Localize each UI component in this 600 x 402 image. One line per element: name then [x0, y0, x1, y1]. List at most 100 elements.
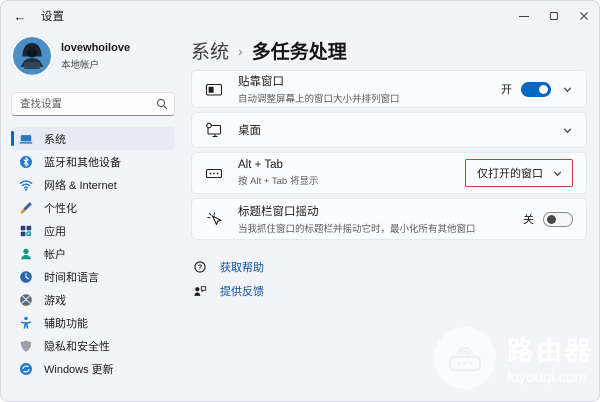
privacy-shield-icon [19, 339, 33, 353]
sidebar-item-accounts[interactable]: 帐户 [11, 242, 175, 265]
shake-window-icon [205, 211, 223, 228]
annotation-highlight-box: 仅打开的窗口 [465, 159, 573, 187]
account-person-icon [19, 247, 33, 261]
snap-windows-toggle[interactable] [521, 81, 551, 97]
feedback-icon [193, 284, 207, 298]
card-subtitle: 按 Alt + Tab 将显示 [238, 176, 319, 188]
breadcrumb-separator-icon: › [238, 43, 243, 59]
sidebar-item-label: 网络 & Internet [44, 179, 117, 192]
card-title: 标题栏窗口摇动 [238, 205, 319, 218]
card-title-bar-shake[interactable]: 标题栏窗口摇动 当我抓住窗口的标题栏并摇动它时，最小化所有其他窗口 关 [191, 198, 587, 240]
sidebar-item-windows-update[interactable]: Windows 更新 [11, 357, 175, 380]
sidebar-item-gaming[interactable]: 游戏 [11, 288, 175, 311]
get-help-link[interactable]: ? 获取帮助 [191, 256, 587, 277]
card-title: Alt + Tab [238, 158, 283, 171]
close-button[interactable] [569, 1, 599, 31]
chevron-down-icon[interactable] [562, 84, 573, 95]
sidebar-item-label: 帐户 [44, 248, 66, 261]
sidebar: lovewhoilove 本地帐户 系统 蓝牙和其他设 [1, 31, 185, 401]
card-text: 标题栏窗口摇动 当我抓住窗口的标题栏并摇动它时，最小化所有其他窗口 [238, 203, 476, 236]
chevron-down-icon[interactable] [562, 125, 573, 136]
sidebar-item-label: Windows 更新 [44, 363, 114, 376]
account-info: lovewhoilove 本地帐户 [61, 42, 130, 71]
settings-window: ← 设置 lovewhoilove 本地帐户 查找设置 系统 蓝牙和其他设备 网… [0, 0, 600, 402]
toggle-knob [539, 84, 548, 94]
get-help-icon: ? [193, 260, 207, 274]
sidebar-item-bluetooth[interactable]: 蓝牙和其他设备 [11, 150, 175, 173]
account-type: 本地帐户 [61, 59, 100, 71]
toggle-state-label: 关 [523, 214, 534, 226]
sidebar-item-personalization[interactable]: 个性化 [11, 196, 175, 219]
back-button[interactable]: ← [5, 1, 35, 31]
link-label: 提供反馈 [220, 285, 264, 298]
sidebar-item-system[interactable]: 系统 [11, 127, 175, 150]
router-icon [433, 327, 496, 389]
close-icon [580, 12, 588, 20]
sidebar-item-label: 应用 [44, 225, 66, 238]
gaming-xbox-icon [19, 293, 33, 307]
search-box [11, 92, 175, 116]
watermark-domain: luyouqi.com [506, 368, 588, 386]
card-desktops[interactable]: 桌面 [191, 112, 587, 148]
wifi-icon [19, 178, 33, 192]
card-text: 桌面 [238, 122, 261, 138]
help-links: ? 获取帮助 提供反馈 [191, 256, 587, 301]
apps-grid-icon [19, 224, 33, 238]
time-language-icon [19, 270, 33, 284]
toggle-state-label: 开 [501, 84, 512, 96]
sidebar-item-label: 蓝牙和其他设备 [44, 156, 121, 169]
page-title: 多任务处理 [251, 41, 347, 63]
sidebar-item-network[interactable]: 网络 & Internet [11, 173, 175, 196]
titlebar: ← 设置 [1, 1, 599, 31]
snap-windows-icon [205, 81, 223, 98]
title-bar-shake-toggle[interactable] [543, 211, 573, 227]
sidebar-item-label: 系统 [44, 133, 66, 146]
feedback-link[interactable]: 提供反馈 [191, 280, 587, 301]
bluetooth-icon [19, 155, 33, 169]
sidebar-item-label: 辅助功能 [44, 317, 88, 330]
settings-cards: 贴靠窗口 自动调整屏幕上的窗口大小并排列窗口 开 桌面 Alt + Tab 按 … [191, 70, 587, 240]
sidebar-item-label: 时间和语言 [44, 271, 99, 284]
alt-tab-dropdown[interactable]: 仅打开的窗口 [477, 165, 543, 181]
watermark-text: 路由器 luyouqi.com [507, 331, 594, 386]
card-title: 贴靠窗口 [238, 75, 284, 88]
back-arrow-icon: ← [13, 8, 27, 24]
breadcrumb-parent[interactable]: 系统 [191, 37, 229, 64]
maximize-button[interactable] [539, 1, 569, 31]
account-name: lovewhoilove [61, 41, 131, 54]
sidebar-item-label: 隐私和安全性 [44, 340, 110, 353]
chevron-down-icon[interactable] [552, 168, 563, 179]
card-snap-windows[interactable]: 贴靠窗口 自动调整屏幕上的窗口大小并排列窗口 开 [191, 70, 587, 108]
sidebar-item-apps[interactable]: 应用 [11, 219, 175, 242]
breadcrumb: 系统 › 多任务处理 [191, 37, 587, 64]
card-subtitle: 自动调整屏幕上的窗口大小并排列窗口 [238, 94, 400, 106]
watermark-title: 路由器 [506, 335, 594, 366]
card-text: Alt + Tab 按 Alt + Tab 将显示 [238, 159, 318, 188]
maximize-icon [550, 12, 558, 20]
sidebar-item-label: 个性化 [44, 202, 77, 215]
personalization-brush-icon [19, 201, 33, 215]
link-label: 获取帮助 [220, 261, 264, 274]
window-controls [509, 1, 599, 31]
sidebar-item-privacy[interactable]: 隐私和安全性 [11, 334, 175, 357]
sidebar-item-accessibility[interactable]: 辅助功能 [11, 311, 175, 334]
search-input[interactable] [11, 92, 175, 116]
avatar-hacker-icon [13, 37, 51, 75]
card-alt-tab[interactable]: Alt + Tab 按 Alt + Tab 将显示 仅打开的窗口 [191, 152, 587, 194]
card-title: 桌面 [238, 125, 261, 137]
minimize-icon [519, 15, 529, 17]
account-card[interactable]: lovewhoilove 本地帐户 [11, 35, 175, 77]
alt-tab-icon [205, 165, 223, 182]
app-title: 设置 [41, 11, 64, 23]
card-text: 贴靠窗口 自动调整屏幕上的窗口大小并排列窗口 [238, 73, 400, 106]
search-icon [156, 98, 168, 110]
sidebar-item-time-language[interactable]: 时间和语言 [11, 265, 175, 288]
card-subtitle: 当我抓住窗口的标题栏并摇动它时，最小化所有其他窗口 [238, 224, 476, 236]
avatar [13, 37, 51, 75]
toggle-knob [546, 214, 556, 224]
system-laptop-icon [19, 132, 33, 146]
watermark: 路由器 luyouqi.com [433, 327, 594, 389]
minimize-button[interactable] [509, 1, 539, 31]
svg-text:?: ? [198, 262, 203, 271]
accessibility-icon [19, 316, 33, 330]
